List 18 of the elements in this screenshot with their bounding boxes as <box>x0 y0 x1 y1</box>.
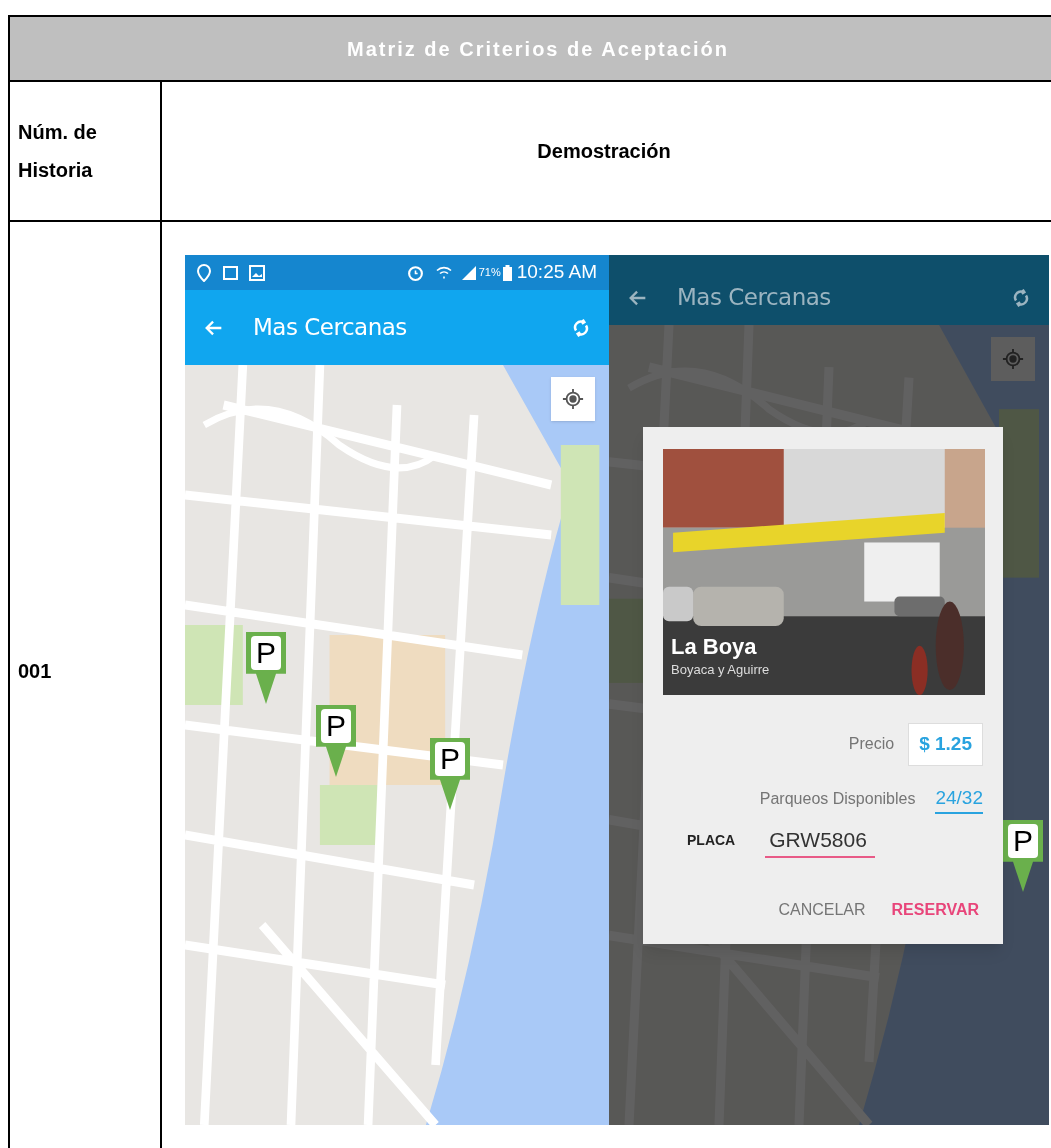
refresh-icon[interactable] <box>1011 286 1031 309</box>
refresh-icon[interactable] <box>571 316 591 339</box>
location-pin-icon <box>197 263 211 282</box>
status-time: 10:25 AM <box>516 260 597 285</box>
my-location-button[interactable] <box>551 377 595 421</box>
app-bar-title: Mas Cercanas <box>253 313 408 343</box>
signal-icon <box>461 265 476 280</box>
battery-percent: 71% <box>478 265 501 281</box>
app-bar-title: Mas Cercanas <box>677 283 832 313</box>
header-cell: Núm. de Historia <box>10 82 162 220</box>
location-target-icon <box>562 388 584 410</box>
battery-icon <box>502 264 512 281</box>
table-title: Matriz de Criterios de Aceptación <box>10 17 1051 80</box>
image-icon <box>249 264 265 281</box>
story-number: 001 <box>18 659 52 684</box>
header-cell-text: Demostración <box>536 139 672 164</box>
wifi-icon <box>435 264 452 281</box>
alarm-clock-icon <box>406 264 424 281</box>
